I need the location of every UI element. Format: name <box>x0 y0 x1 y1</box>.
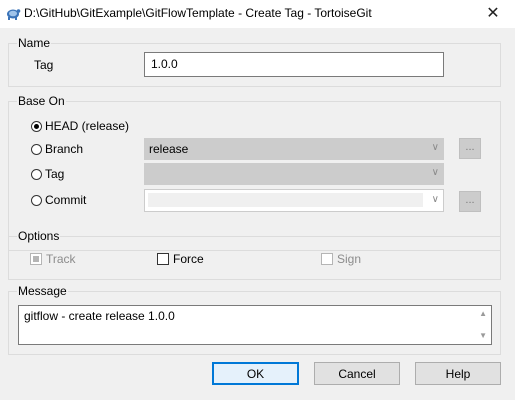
tag-name-label: Tag <box>34 58 54 72</box>
track-checkbox[interactable] <box>30 253 42 265</box>
name-group: Name Tag 1.0.0 <box>8 36 501 87</box>
name-group-label: Name <box>17 36 52 50</box>
scroll-down-icon[interactable]: ▼ <box>479 331 487 340</box>
cancel-button[interactable]: Cancel <box>314 362 400 385</box>
title-bar: D:\GitHub\GitExample\GitFlowTemplate - C… <box>0 0 515 26</box>
commit-radio-label[interactable]: Commit <box>45 193 86 207</box>
chevron-down-icon: ∨ <box>431 142 439 153</box>
branch-combo-value: release <box>149 142 189 156</box>
tag-radio[interactable] <box>31 169 42 180</box>
tag-name-input[interactable]: 1.0.0 <box>144 52 444 77</box>
branch-radio[interactable] <box>31 144 42 155</box>
base-on-group-label: Base On <box>17 94 66 108</box>
help-button[interactable]: Help <box>415 362 501 385</box>
tortoisegit-icon <box>7 9 21 20</box>
ok-button[interactable]: OK <box>212 362 299 385</box>
commit-combo-input[interactable] <box>148 193 423 207</box>
commit-combo[interactable]: ∨ <box>144 189 444 212</box>
close-icon: ✕ <box>486 5 500 22</box>
scroll-up-icon[interactable]: ▲ <box>479 309 487 318</box>
message-group-label: Message <box>17 284 68 298</box>
chevron-down-icon: ∨ <box>431 194 439 205</box>
tag-radio-label[interactable]: Tag <box>45 167 64 181</box>
force-checkbox[interactable] <box>157 253 169 265</box>
branch-combo[interactable]: release ∨ <box>144 138 444 160</box>
message-group: Message gitflow - create release 1.0.0 ▲… <box>8 284 501 355</box>
close-button[interactable]: ✕ <box>471 0 515 26</box>
sign-checkbox[interactable] <box>321 253 333 265</box>
window-title: D:\GitHub\GitExample\GitFlowTemplate - C… <box>24 6 372 20</box>
base-on-group: Base On HEAD (release) Branch release ∨ … <box>8 94 501 251</box>
options-group: Options Track Force Sign <box>8 229 501 280</box>
branch-radio-label[interactable]: Branch <box>45 142 83 156</box>
track-label: Track <box>46 252 76 266</box>
branch-browse-button[interactable]: ... <box>459 138 481 159</box>
options-group-label: Options <box>17 229 61 243</box>
message-textarea[interactable]: gitflow - create release 1.0.0 ▲ ▼ <box>18 305 492 345</box>
head-radio-label[interactable]: HEAD (release) <box>45 119 129 133</box>
chevron-down-icon: ∨ <box>431 167 439 178</box>
dialog-body: Name Tag 1.0.0 Base On HEAD (release) Br… <box>0 28 515 400</box>
commit-browse-button[interactable]: ... <box>459 191 481 212</box>
head-radio[interactable] <box>31 121 42 132</box>
commit-radio[interactable] <box>31 195 42 206</box>
force-label[interactable]: Force <box>173 252 204 266</box>
tag-combo[interactable]: ∨ <box>144 163 444 185</box>
message-text: gitflow - create release 1.0.0 <box>24 309 175 323</box>
sign-label: Sign <box>337 252 362 266</box>
